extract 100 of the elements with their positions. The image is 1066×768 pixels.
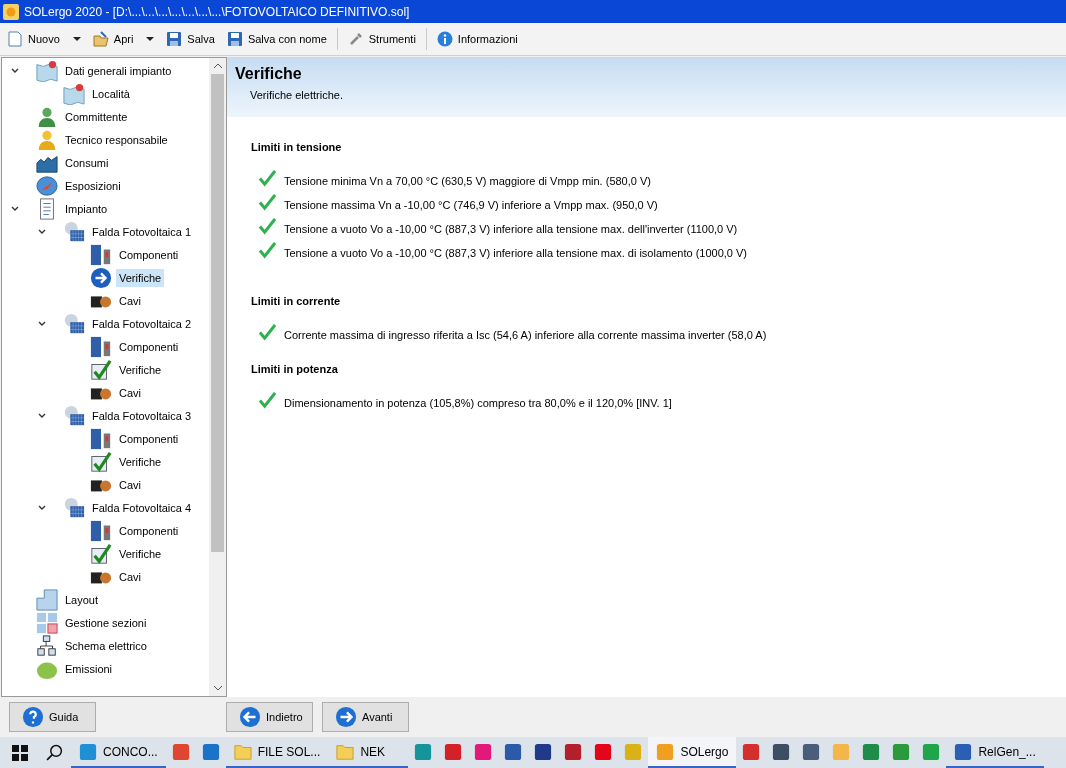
compass-icon (36, 174, 58, 197)
schema-icon (36, 634, 58, 657)
scroll-down-icon[interactable] (212, 685, 223, 691)
app-icon (832, 742, 851, 761)
app-icon (444, 742, 463, 761)
app-icon (534, 742, 553, 761)
app-icon (594, 742, 613, 761)
check-result: Tensione massima Vn a -10,00 °C (746,9 V) inferiore a Vmpp max. (950,0 V) (284, 199, 658, 211)
check-icon (90, 542, 112, 565)
toolbar-icon (436, 31, 453, 47)
tree-item[interactable]: Componenti (116, 337, 182, 356)
array-icon (63, 404, 85, 427)
toolbar-icon (226, 31, 243, 47)
scroll-up-icon[interactable] (212, 63, 223, 69)
components-icon (90, 335, 112, 358)
check-result: Corrente massima di ingresso riferita a Isc (54,6 A) inferiore alla corrente massima inverter (58,0 A) (284, 329, 767, 341)
tree-item[interactable]: Falda Fotovoltaica 1 (89, 222, 195, 241)
components-icon (90, 519, 112, 542)
search-icon[interactable] (46, 744, 63, 761)
app-icon (79, 742, 97, 761)
taskbar-app[interactable]: RelGen_... (946, 737, 1044, 768)
components-icon (90, 427, 112, 450)
check-result: Dimensionamento in potenza (105,8%) compreso tra 80,0% e il 120,0% [INV. 1] (284, 397, 672, 409)
caret-icon (72, 37, 81, 41)
tree-item[interactable]: Emissioni (62, 659, 116, 678)
tree-item[interactable]: Cavi (116, 567, 144, 586)
app-icon (564, 742, 583, 761)
page-title: Verifiche (235, 65, 303, 83)
toolbar-button[interactable]: Nuovo (2, 28, 86, 50)
array-icon (63, 220, 85, 243)
tree-item[interactable]: Schema elettrico (62, 636, 150, 655)
app-icon (862, 742, 881, 761)
toolbar-button[interactable]: Apri (87, 28, 160, 50)
toolbar-button[interactable]: Strumenti (342, 28, 421, 50)
section-title: Limiti in potenza (251, 363, 339, 375)
tree-item[interactable]: Componenti (116, 521, 182, 540)
array-icon (63, 496, 85, 519)
taskbar-app[interactable]: SOLergo (648, 737, 737, 768)
check-icon (90, 450, 112, 473)
scroll-thumb[interactable] (211, 74, 224, 552)
layout-icon (36, 588, 58, 611)
sections-icon (36, 611, 58, 634)
app-icon (233, 742, 252, 761)
toolbar-button[interactable]: Salva con nome (221, 28, 332, 50)
nav-button[interactable]: Guida (9, 702, 96, 732)
tree-item[interactable]: Falda Fotovoltaica 2 (89, 314, 195, 333)
app-icon (171, 742, 190, 761)
tree-item[interactable]: Tecnico responsabile (62, 130, 171, 149)
tree-item[interactable]: Cavi (116, 475, 144, 494)
toolbar-button[interactable]: Informazioni (431, 28, 523, 50)
check-result: Tensione a vuoto Vo a -10,00 °C (887,3 V) inferiore alla tensione max. dell'inverter (1100,0 V) (284, 223, 738, 235)
app-icon (892, 742, 911, 761)
toolbar-icon (92, 31, 109, 47)
check-icon (90, 358, 112, 381)
tree-item[interactable]: Verifiche (116, 268, 165, 287)
taskbar-app[interactable]: FILE SOL... (225, 737, 329, 768)
tree-item[interactable]: Dati generali impianto (62, 61, 175, 80)
scrollbar[interactable] (209, 58, 226, 696)
toolbar-button[interactable]: Salva (161, 28, 220, 50)
check-result: Tensione a vuoto Vo a -10,00 °C (887,3 V) inferiore alla tensione max. di isolamento (1000,0 V) (284, 247, 747, 259)
window-title: SOLergo 2020 - [D:\...\...\...\...\...\...\...\FOTOVOLTAICO DEFINITIVO.sol] (24, 4, 410, 19)
tree-item[interactable]: Consumi (62, 153, 112, 172)
tree-item[interactable]: Componenti (116, 429, 182, 448)
tree-item[interactable]: Falda Fotovoltaica 4 (89, 498, 195, 517)
array-icon (63, 312, 85, 335)
tree-item[interactable]: Verifiche (116, 452, 165, 471)
tree-item[interactable]: Gestione sezioni (62, 613, 150, 632)
app-icon (624, 742, 643, 761)
tree-item[interactable]: Committente (62, 107, 131, 126)
caret-icon (146, 37, 155, 41)
app-icon (474, 742, 493, 761)
tree-item[interactable]: Cavi (116, 291, 144, 310)
map-icon (36, 59, 58, 82)
tree-item[interactable]: Layout (62, 590, 102, 609)
sun-icon (3, 3, 19, 20)
tree-item[interactable]: Località (89, 84, 133, 103)
app-icon (336, 742, 355, 761)
components-icon (90, 243, 112, 266)
check-result: Tensione minima Vn a 70,00 °C (630,5 V) maggiore di Vmpp min. (580,0 V) (284, 175, 651, 187)
technician-icon (36, 128, 58, 151)
toolbar-icon (166, 31, 183, 47)
app-icon (954, 742, 973, 761)
tree-item[interactable]: Falda Fotovoltaica 3 (89, 406, 195, 425)
tree-item[interactable]: Verifiche (116, 544, 165, 563)
tree-item[interactable]: Esposizioni (62, 176, 124, 195)
tree-item[interactable]: Cavi (116, 383, 144, 402)
tree-item[interactable]: Impianto (62, 199, 111, 218)
nav-button[interactable]: Indietro (226, 702, 313, 732)
nav-button[interactable]: Avanti (322, 702, 409, 732)
app-icon (742, 742, 761, 761)
tree-item[interactable]: Componenti (116, 245, 182, 264)
taskbar-app[interactable]: CONCO... (71, 737, 166, 768)
windows-start-icon[interactable] (12, 744, 28, 761)
app-icon (922, 742, 941, 761)
tree-item[interactable]: Verifiche (116, 360, 165, 379)
app-icon (504, 742, 523, 761)
app-icon (656, 742, 675, 761)
taskbar-app[interactable]: NEK (328, 737, 409, 768)
map-icon (63, 82, 85, 105)
section-title: Limiti in tensione (251, 141, 343, 153)
